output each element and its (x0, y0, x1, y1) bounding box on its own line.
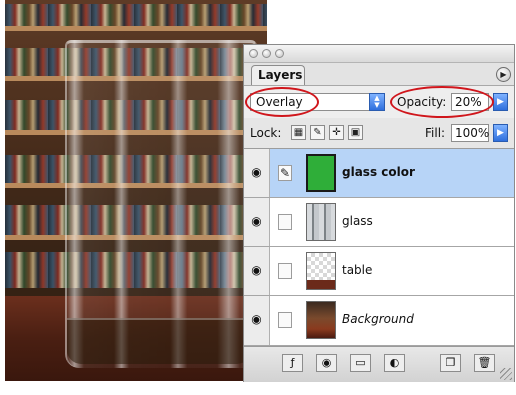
eye-icon[interactable]: ◉ (249, 215, 264, 227)
layer-name[interactable]: Background (342, 312, 414, 326)
opacity-slider-arrow-icon[interactable]: ▶ (493, 93, 508, 111)
brush-link-icon[interactable]: ✎ (278, 165, 292, 181)
lock-label: Lock: (250, 126, 282, 140)
lock-transparency-icon[interactable]: ▦ (291, 125, 306, 140)
new-layer-icon[interactable]: ❐ (440, 354, 461, 372)
flyout-menu-icon[interactable]: ▶ (496, 67, 511, 82)
blend-options-row: Overlay ▲ ▼ Opacity: 20% ▶ (244, 85, 514, 119)
layer-list: ◉ ✎ glass color ◉ glass ◉ table ◉ Backgr… (244, 149, 514, 346)
link-cell[interactable] (278, 312, 292, 328)
fill-slider-arrow-icon[interactable]: ▶ (493, 124, 508, 142)
glass-photo (5, 0, 267, 381)
minimize-window-icon[interactable] (262, 49, 271, 58)
layer-row-background[interactable]: ◉ Background (244, 296, 514, 346)
palette-bottom-bar: ƒ ◉ ▭ ◐ ❐ 🗑 (244, 346, 514, 382)
eye-icon[interactable]: ◉ (249, 264, 264, 276)
layer-thumbnail (306, 203, 336, 241)
layer-name[interactable]: table (342, 263, 372, 277)
trash-icon[interactable]: 🗑 (474, 354, 495, 372)
link-cell[interactable] (278, 214, 292, 230)
visibility-cell[interactable]: ◉ (244, 149, 270, 197)
fill-input[interactable]: 100% (451, 124, 489, 142)
opacity-highlight-ellipse (390, 86, 494, 118)
resize-grip-icon[interactable] (500, 368, 512, 380)
adjustment-layer-icon[interactable]: ◐ (384, 354, 405, 372)
layer-thumbnail (306, 154, 336, 192)
lock-row: Lock: ▦ ✎ ✛ ▣ Fill: 100% ▶ (244, 118, 514, 149)
layer-row-glass[interactable]: ◉ glass (244, 198, 514, 247)
tab-layers[interactable]: Layers (251, 65, 305, 85)
layer-style-icon[interactable]: ƒ (282, 354, 303, 372)
palette-tab-row: Layers ▶ (244, 63, 514, 85)
palette-titlebar[interactable] (244, 45, 514, 63)
close-window-icon[interactable] (249, 49, 258, 58)
zoom-window-icon[interactable] (275, 49, 284, 58)
layer-row-table[interactable]: ◉ table (244, 247, 514, 296)
layer-name[interactable]: glass (342, 214, 373, 228)
visibility-cell[interactable]: ◉ (244, 296, 270, 345)
layers-palette: Layers ▶ Overlay ▲ ▼ Opacity: 20% ▶ Lock:… (243, 44, 515, 382)
visibility-cell[interactable]: ◉ (244, 198, 270, 246)
lock-image-icon[interactable]: ✎ (310, 125, 325, 140)
glass-base (67, 318, 251, 364)
layer-thumbnail (306, 252, 336, 290)
shelf-bottles (5, 4, 267, 26)
new-group-icon[interactable]: ▭ (350, 354, 371, 372)
eye-icon[interactable]: ◉ (249, 166, 264, 178)
layer-mask-icon[interactable]: ◉ (316, 354, 337, 372)
layer-thumbnail (306, 301, 336, 339)
shelf (5, 26, 267, 31)
lock-position-icon[interactable]: ✛ (329, 125, 344, 140)
updown-arrows-icon: ▲ ▼ (369, 93, 385, 111)
eye-icon[interactable]: ◉ (249, 313, 264, 325)
link-cell[interactable] (278, 263, 292, 279)
lock-all-icon[interactable]: ▣ (348, 125, 363, 140)
fill-label: Fill: (425, 126, 446, 140)
blend-mode-highlight-ellipse (245, 87, 319, 117)
layer-row-glass-color[interactable]: ◉ ✎ glass color (244, 149, 514, 198)
visibility-cell[interactable]: ◉ (244, 247, 270, 295)
layer-name[interactable]: glass color (342, 165, 415, 179)
